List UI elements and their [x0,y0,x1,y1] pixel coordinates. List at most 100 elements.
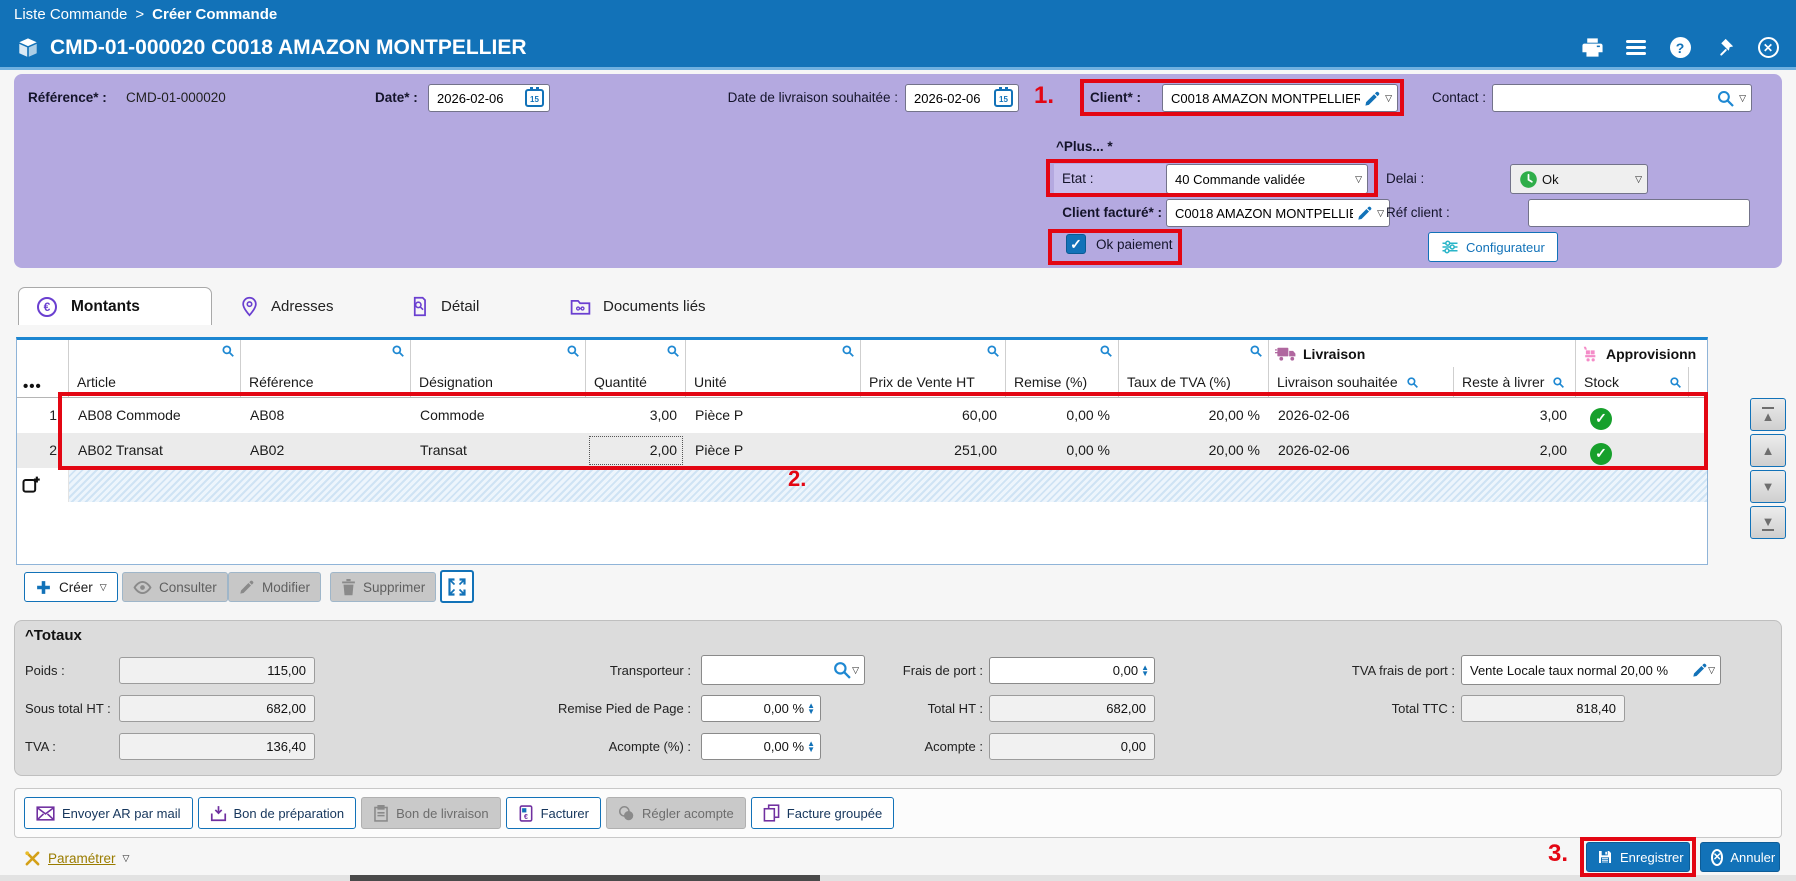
col-quantite[interactable]: Quantité [586,340,686,397]
date-field[interactable]: 15 [428,84,550,112]
search-icon[interactable] [666,344,680,358]
tva-frais-port-field[interactable]: Vente Locale taux normal 20,00 % ▽ [1461,655,1721,685]
chevron-down-icon[interactable]: ▽ [123,854,130,863]
ref-client-field[interactable] [1528,199,1750,227]
facture-groupee-button[interactable]: Facture groupée [750,797,895,829]
calendar-icon[interactable]: 15 [994,87,1013,107]
search-icon[interactable] [1249,344,1263,358]
cell-livraison[interactable]: 2026-02-06 [1269,433,1453,468]
edit-pencil-icon[interactable] [1357,205,1373,221]
cell-remise[interactable]: 0,00 % [1006,433,1119,468]
delivery-date-field[interactable]: 15 [905,84,1019,112]
chevron-down-icon[interactable]: ▽ [1635,174,1642,184]
chevron-down-icon[interactable]: ▽ [1708,665,1715,675]
edit-pencil-icon[interactable] [1692,662,1708,678]
col-livraison-souhaitee[interactable]: Livraison souhaitée [1269,367,1453,397]
table-new-row[interactable] [17,468,1707,502]
spinner-arrows-icon[interactable]: ▲ ▼ [807,739,815,753]
close-icon[interactable]: ✕ [1756,36,1780,60]
bon-livraison-button[interactable]: Bon de livraison [361,797,501,829]
cell-tva[interactable]: 20,00 % [1119,433,1269,468]
facturer-button[interactable]: € Facturer [505,797,601,829]
client-facture-field[interactable]: ▽ [1166,199,1390,227]
cell-quantite-focused[interactable]: 2,00 [586,433,686,468]
scroll-up-button[interactable]: ▲ [1750,434,1786,467]
ok-paiement-checkbox[interactable]: ✓ [1066,234,1086,254]
chevron-down-icon[interactable]: ▽ [1739,93,1746,103]
col-prix-vente[interactable]: Prix de Vente HT [861,340,1006,397]
calendar-icon[interactable]: 15 [525,87,544,107]
supprimer-button[interactable]: Supprimer [330,572,437,602]
consulter-button[interactable]: Consulter [122,572,228,602]
cell-designation[interactable]: Transat [411,433,586,468]
horizontal-scrollbar[interactable] [0,875,1796,881]
help-icon[interactable]: ? [1668,36,1692,60]
chevron-down-icon[interactable]: ▽ [1355,174,1362,184]
configurateur-button[interactable]: Configurateur [1428,232,1558,262]
delivery-date-input[interactable] [914,90,990,106]
bon-preparation-button[interactable]: Bon de préparation [197,797,357,829]
chevron-down-icon[interactable]: ▽ [100,582,107,592]
cell-designation[interactable]: Commode [411,398,586,433]
col-reference[interactable]: Référence [241,340,411,397]
cell-reference[interactable]: AB08 [241,398,411,433]
remise-pied-field[interactable]: 0,00 % ▲ ▼ [701,695,821,722]
scrollbar-thumb[interactable] [350,875,820,881]
search-icon[interactable] [1552,376,1565,389]
cell-reste[interactable]: 2,00 [1453,433,1576,468]
cell-prix[interactable]: 60,00 [861,398,1006,433]
search-icon[interactable] [841,344,855,358]
breadcrumb-parent-link[interactable]: Liste Commande [14,6,127,23]
cell-reste[interactable]: 3,00 [1453,398,1576,433]
col-reste-a-livrer[interactable]: Reste à livrer [1453,367,1575,397]
edit-pencil-icon[interactable] [1364,90,1381,107]
table-row[interactable]: 2 AB02 Transat AB02 Transat 2,00 Pièce P… [17,433,1707,468]
annuler-button[interactable]: ✕ Annuler [1700,842,1780,872]
expand-grid-icon[interactable] [440,570,474,603]
cell-remise[interactable]: 0,00 % [1006,398,1119,433]
client-facture-input[interactable] [1175,205,1354,221]
etat-select[interactable]: ▽ [1166,164,1368,194]
cell-tva[interactable]: 20,00 % [1119,398,1269,433]
client-field[interactable]: ▽ [1162,84,1398,112]
tab-adresses[interactable]: Adresses [240,287,334,325]
search-icon[interactable] [221,344,235,358]
tab-montants[interactable]: € Montants [18,287,212,325]
acompte-pct-field[interactable]: 0,00 % ▲ ▼ [701,733,821,760]
chevron-down-icon[interactable]: ▽ [1377,208,1384,218]
new-row-stripe[interactable] [69,468,1707,502]
delai-select[interactable]: Ok ▽ [1510,164,1648,194]
etat-input[interactable] [1175,171,1352,187]
table-row[interactable]: 1 AB08 Commode AB08 Commode 3,00 Pièce P… [17,398,1707,433]
cell-reference[interactable]: AB02 [241,433,411,468]
cell-article[interactable]: AB08 Commode [69,398,241,433]
transporteur-field[interactable]: ▽ [701,655,865,685]
scroll-first-button[interactable]: ▲ [1750,398,1786,431]
plus-section-toggle[interactable]: ^Plus... * [1056,138,1113,156]
col-unite[interactable]: Unité [686,340,861,397]
add-row-icon[interactable] [17,468,69,502]
col-taux-tva[interactable]: Taux de TVA (%) [1119,340,1269,397]
table-gutter-header[interactable]: ••• [17,340,69,397]
search-icon[interactable] [1099,344,1113,358]
search-icon[interactable] [1716,89,1735,108]
col-designation[interactable]: Désignation [411,340,586,397]
search-icon[interactable] [1669,376,1682,389]
menu-icon[interactable] [1624,36,1648,60]
spinner-arrows-icon[interactable]: ▲ ▼ [1141,663,1149,677]
search-icon[interactable] [1406,376,1419,389]
cell-article[interactable]: AB02 Transat [69,433,241,468]
envoyer-ar-button[interactable]: Envoyer AR par mail [24,797,193,829]
scroll-down-button[interactable]: ▼ [1750,470,1786,503]
client-input[interactable] [1171,90,1361,106]
cell-livraison[interactable]: 2026-02-06 [1269,398,1453,433]
date-input[interactable] [437,90,521,106]
chevron-down-icon[interactable]: ▽ [1385,93,1392,103]
parametrer-link[interactable]: Paramétrer ▽ [24,850,129,867]
tab-detail[interactable]: Détail [410,287,479,325]
spinner-arrows-icon[interactable]: ▲ ▼ [807,701,815,715]
pin-icon[interactable] [1712,36,1736,60]
tab-documents-lies[interactable]: Documents liés [570,287,706,325]
search-icon[interactable] [986,344,1000,358]
col-remise[interactable]: Remise (%) [1006,340,1119,397]
